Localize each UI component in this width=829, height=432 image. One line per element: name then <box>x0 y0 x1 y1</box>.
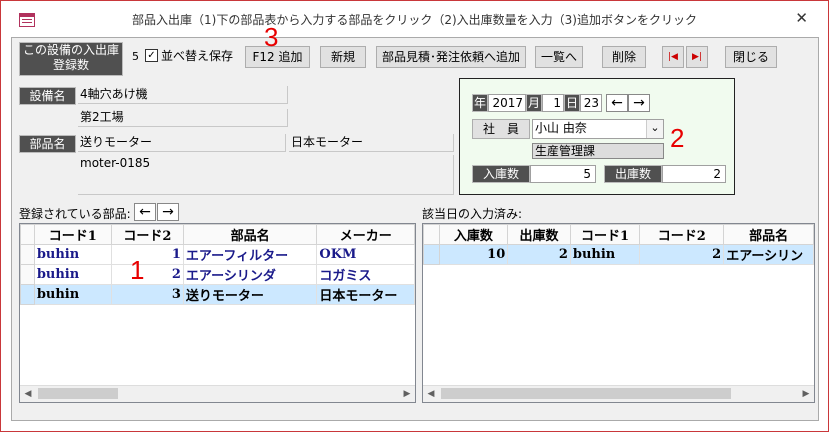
scroll-right-icon[interactable]: ▶ <box>798 386 814 402</box>
title-bar: 部品入出庫（1)下の部品表から入力する部品をクリック（2)入出庫数量を入力（3)… <box>1 1 828 37</box>
new-button[interactable]: 新規 <box>320 46 366 68</box>
employee-select[interactable]: 小山 由奈 ⌄ <box>532 119 664 139</box>
cell-code1[interactable]: buhin <box>33 264 112 285</box>
horizontal-scrollbar[interactable]: ◀ ▶ <box>423 385 814 402</box>
column-header[interactable]: メーカー <box>316 224 415 245</box>
cell-code1[interactable]: buhin <box>33 244 112 265</box>
cell-part-name[interactable]: 送りモーター <box>182 284 318 305</box>
add-to-quote-button[interactable]: 部品見積･発注依頼へ追加 <box>376 46 526 68</box>
part-name-field[interactable]: 送りモーター <box>78 134 286 152</box>
column-header[interactable]: 部品名 <box>182 224 318 245</box>
cell-maker[interactable]: 日本モーター <box>316 284 415 305</box>
column-header[interactable]: コード2 <box>639 224 725 245</box>
day-field[interactable]: 23 <box>580 94 602 112</box>
next-day-arrow-icon[interactable]: → <box>628 94 650 112</box>
part-model-field[interactable]: moter-0185 <box>78 155 454 195</box>
equipment-name-field[interactable]: 4軸穴あけ機 <box>78 86 288 104</box>
equipment-location-field[interactable]: 第2工場 <box>78 109 288 127</box>
cell-code1[interactable]: buhin <box>33 284 112 305</box>
column-header[interactable]: 出庫数 <box>507 224 571 245</box>
prev-day-arrow-icon[interactable]: ← <box>606 94 628 112</box>
scroll-left-icon[interactable]: ◀ <box>20 386 36 402</box>
cell-code1[interactable]: buhin <box>569 244 641 265</box>
column-header[interactable]: コード1 <box>33 224 112 245</box>
parts-prev-arrow-icon[interactable]: ← <box>134 203 156 221</box>
row-selector[interactable] <box>423 244 440 265</box>
row-header-corner <box>423 224 440 245</box>
column-header[interactable]: コード2 <box>110 224 184 245</box>
out-qty-field[interactable]: 2 <box>662 165 726 183</box>
annotation-step-2: 2 <box>670 123 685 153</box>
scroll-left-icon[interactable]: ◀ <box>423 386 439 402</box>
department-field: 生産管理課 <box>532 143 664 159</box>
row-header-corner <box>20 224 35 245</box>
equipment-label: 設備名 <box>19 87 76 105</box>
cell-maker[interactable]: OKM <box>316 244 415 265</box>
cell-part-name[interactable]: エアーシリン <box>723 244 814 265</box>
cell-maker[interactable]: コガミス <box>316 264 415 285</box>
cell-code2[interactable]: 2 <box>639 244 725 265</box>
month-field[interactable]: 1 <box>542 94 564 112</box>
year-field[interactable]: 2017 <box>488 94 526 112</box>
column-header[interactable]: 部品名 <box>723 224 814 245</box>
close-icon[interactable]: ✕ <box>795 9 808 27</box>
chevron-down-icon[interactable]: ⌄ <box>646 120 663 138</box>
today-entries-table: 入庫数 出庫数 コード1 コード2 部品名 10 2 buhin 2 エアーシリ… <box>423 224 814 265</box>
sort-save-label: 並べ替え保存 <box>161 49 234 63</box>
row-selector[interactable] <box>20 284 35 305</box>
window-title: 部品入出庫（1)下の部品表から入力する部品をクリック（2)入出庫数量を入力（3)… <box>132 13 697 27</box>
registered-parts-table: コード1 コード2 部品名 メーカー buhin 1 エアーフィルター OKM … <box>20 224 415 305</box>
delete-button[interactable]: 削除 <box>602 46 646 68</box>
column-header[interactable]: コード1 <box>569 224 641 245</box>
table-row[interactable]: buhin 1 エアーフィルター OKM <box>20 244 415 265</box>
day-label: 日 <box>564 94 580 112</box>
scroll-right-icon[interactable]: ▶ <box>399 386 415 402</box>
row-selector[interactable] <box>20 244 35 265</box>
registration-count-value: 5 <box>132 50 139 63</box>
cell-out-qty[interactable]: 2 <box>507 244 571 265</box>
cell-in-qty[interactable]: 10 <box>438 244 509 265</box>
close-form-button[interactable]: 閉じる <box>725 46 777 68</box>
last-record-button[interactable]: ▶| <box>686 46 708 68</box>
employee-button[interactable]: 社 員 <box>472 119 530 139</box>
cell-part-name[interactable]: エアーフィルター <box>182 244 318 265</box>
table-header-row: 入庫数 出庫数 コード1 コード2 部品名 <box>423 224 814 245</box>
entry-panel: 年 2017 月 1 日 23 ← → 社 員 小山 由奈 ⌄ 生産管理課 入庫… <box>459 78 735 195</box>
form-body: この設備の入出庫登録数 5 ✓ 並べ替え保存 F12 追加 新規 部品見積･発注… <box>11 24 819 421</box>
cell-part-name[interactable]: エアーシリンダ <box>182 264 318 285</box>
today-entries-grid: 入庫数 出庫数 コード1 コード2 部品名 10 2 buhin 2 エアーシリ… <box>422 223 815 403</box>
table-row-selected[interactable]: buhin 3 送りモーター 日本モーター <box>20 284 415 305</box>
employee-name: 小山 由奈 <box>535 121 587 135</box>
table-row[interactable]: buhin 2 エアーシリンダ コガミス <box>20 264 415 285</box>
month-label: 月 <box>526 94 542 112</box>
scroll-thumb[interactable] <box>441 388 731 399</box>
registered-parts-grid: コード1 コード2 部品名 メーカー buhin 1 エアーフィルター OKM … <box>19 223 416 403</box>
list-button[interactable]: 一覧へ <box>535 46 583 68</box>
cell-code2[interactable]: 3 <box>110 284 184 305</box>
annotation-step-1: 1 <box>130 255 145 285</box>
sort-save-checkbox[interactable]: ✓ <box>145 49 158 62</box>
in-qty-field[interactable]: 5 <box>530 165 596 183</box>
registration-count-label: この設備の入出庫登録数 <box>19 42 123 76</box>
part-maker-field[interactable]: 日本モーター <box>289 134 454 152</box>
annotation-step-3: 3 <box>264 22 279 52</box>
in-qty-label: 入庫数 <box>472 165 530 183</box>
parts-next-arrow-icon[interactable]: → <box>157 203 179 221</box>
app-window: 部品入出庫（1)下の部品表から入力する部品をクリック（2)入出庫数量を入力（3)… <box>0 0 829 432</box>
year-label: 年 <box>472 94 488 112</box>
row-selector[interactable] <box>20 264 35 285</box>
today-entries-label: 該当日の入力済み: <box>422 207 523 221</box>
first-record-button[interactable]: |◀ <box>662 46 684 68</box>
horizontal-scrollbar[interactable]: ◀ ▶ <box>20 385 415 402</box>
table-header-row: コード1 コード2 部品名 メーカー <box>20 224 415 245</box>
column-header[interactable]: 入庫数 <box>438 224 509 245</box>
part-label: 部品名 <box>19 135 76 153</box>
registered-parts-label: 登録されている部品: <box>19 207 131 221</box>
scroll-thumb[interactable] <box>38 388 118 399</box>
cell-code2[interactable]: 2 <box>110 264 184 285</box>
table-row-selected[interactable]: 10 2 buhin 2 エアーシリン <box>423 244 814 265</box>
out-qty-label: 出庫数 <box>604 165 662 183</box>
cell-code2[interactable]: 1 <box>110 244 184 265</box>
